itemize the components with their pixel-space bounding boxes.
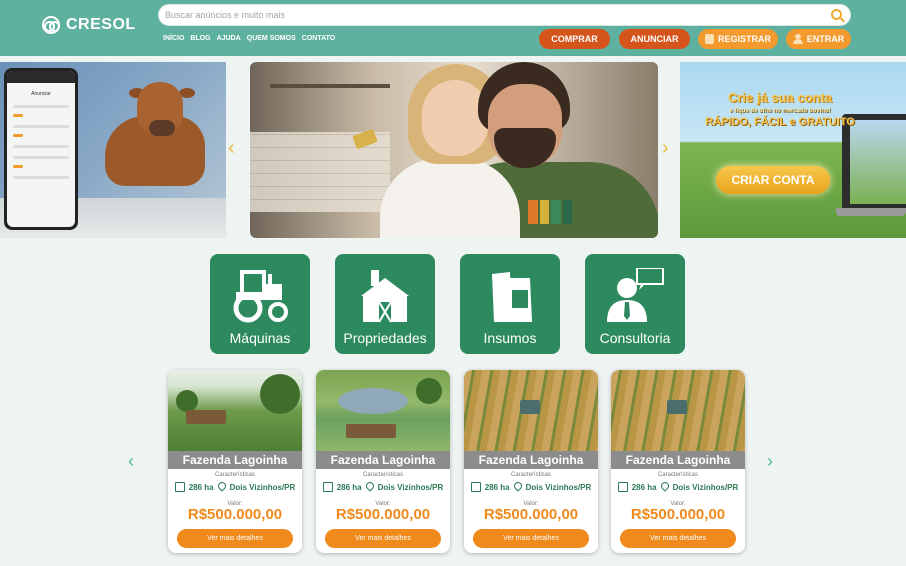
category-label: Máquinas [229,330,291,346]
chevron-left-icon[interactable]: ‹ [128,452,134,470]
listing-card[interactable]: Fazenda Lagoinha Características 286 ha … [168,370,302,553]
category-insumos[interactable]: Insumos [460,254,560,354]
listing-meta: 286 ha Dois Vizinhos/PR [316,482,450,492]
consultant-icon [607,268,664,322]
listing-area: 286 ha [188,482,214,492]
anunciar-button[interactable]: ANUNCIAR [619,29,690,49]
listing-subtitle: Características [362,472,403,478]
chevron-right-icon[interactable]: › [662,138,669,158]
barn-icon [361,270,409,323]
brand-name: CRESOL [66,16,136,33]
laptop-screen [850,120,906,204]
area-icon [322,482,333,492]
listing-meta: 286 ha Dois Vizinhos/PR [168,482,302,492]
listing-price: R$500.000,00 [483,506,579,523]
listing-image [611,370,745,451]
listing-area: 286 ha [631,482,657,492]
details-button[interactable]: Ver mais detalhes [620,529,736,548]
location-pin-icon [366,482,374,492]
entrar-button[interactable]: ENTRAR [786,29,851,49]
nav-blog[interactable]: BLOG [190,35,210,42]
listing-meta: 286 ha Dois Vizinhos/PR [464,482,598,492]
listing-area: 286 ha [484,482,510,492]
listing-card[interactable]: Fazenda Lagoinha Características 286 ha … [611,370,745,553]
listing-title: Fazenda Lagoinha [464,451,598,469]
location-pin-icon [514,482,522,492]
cow-image [95,76,221,194]
listing-location: Dois Vizinhos/PR [229,482,296,492]
listing-title: Fazenda Lagoinha [611,451,745,469]
category-maquinas[interactable]: Máquinas [210,254,310,354]
user-icon [792,34,803,44]
listing-price: R$500.000,00 [335,506,431,523]
listing-title: Fazenda Lagoinha [316,451,450,469]
area-icon [470,482,481,492]
create-account-button[interactable]: CRIAR CONTA [716,166,830,194]
listing-subtitle: Características [657,472,698,478]
listing-image [316,370,450,451]
listing-area: 286 ha [336,482,362,492]
registrar-button[interactable]: REGISTRAR [698,29,778,49]
main-nav: INÍCIO BLOG AJUDA QUEM SOMOS CONTATO [163,35,335,42]
promo-subline: e fique de olho no mercado bovino! [729,108,831,114]
listing-subtitle: Características [214,472,255,478]
search-icon[interactable] [831,9,842,20]
location-pin-icon [218,482,226,492]
listing-image [464,370,598,451]
phone-mockup: Anunciar [4,68,78,230]
laptop-base [836,208,906,216]
registrar-label: REGISTRAR [717,34,771,44]
tractor-icon [233,270,288,323]
listing-image [168,370,302,451]
banner-create-account[interactable]: Crie já sua conta e fique de olho no mer… [680,62,906,238]
listing-location: Dois Vizinhos/PR [377,482,444,492]
category-label: Propriedades [343,330,427,346]
details-button[interactable]: Ver mais detalhes [325,529,441,548]
nav-ajuda[interactable]: AJUDA [217,35,241,42]
phone-app-bar [7,71,75,83]
category-label: Consultoria [599,330,671,346]
location-pin-icon [661,482,669,492]
card-swatches-image [528,200,572,224]
listing-subtitle: Características [510,472,551,478]
nav-inicio[interactable]: INÍCIO [163,35,184,42]
kitchen-shelf [270,84,390,88]
chevron-right-icon[interactable]: › [767,452,773,470]
register-form-icon [704,34,714,44]
search-bar[interactable] [158,4,851,26]
listing-title: Fazenda Lagoinha [168,451,302,469]
banner-app-promo[interactable]: Anunciar [0,62,226,238]
listing-meta: 286 ha Dois Vizinhos/PR [611,482,745,492]
banner-couple-card[interactable] [250,62,658,238]
chevron-left-icon[interactable]: ‹ [228,138,235,158]
nav-contato[interactable]: CONTATO [302,35,335,42]
listing-location: Dois Vizinhos/PR [672,482,739,492]
area-icon [617,482,628,492]
site-header: CRESOL INÍCIO BLOG AJUDA QUEM SOMOS CONT… [0,0,906,56]
listing-price: R$500.000,00 [187,506,283,523]
area-icon [174,482,185,492]
listing-location: Dois Vizinhos/PR [525,482,592,492]
comprar-label: COMPRAR [551,34,598,44]
phone-screen-title: Anunciar [31,91,51,97]
details-button[interactable]: Ver mais detalhes [177,529,293,548]
listing-price: R$500.000,00 [630,506,726,523]
category-label: Insumos [483,330,537,346]
anunciar-label: ANUNCIAR [630,34,679,44]
promo-tagline: RÁPIDO, FÁCIL e GRATUITO [705,116,855,128]
cresol-logo-icon [42,16,60,34]
feed-bag-icon [492,272,532,322]
entrar-label: ENTRAR [806,34,845,44]
category-consultoria[interactable]: Consultoria [585,254,685,354]
details-button[interactable]: Ver mais detalhes [473,529,589,548]
promo-headline: Crie já sua conta [727,90,833,105]
cresol-logo[interactable]: CRESOL [42,16,136,34]
nav-quem-somos[interactable]: QUEM SOMOS [247,35,296,42]
category-propriedades[interactable]: Propriedades [335,254,435,354]
listing-card[interactable]: Fazenda Lagoinha Características 286 ha … [316,370,450,553]
comprar-button[interactable]: COMPRAR [539,29,610,49]
search-input[interactable] [159,5,799,25]
listing-card[interactable]: Fazenda Lagoinha Características 286 ha … [464,370,598,553]
